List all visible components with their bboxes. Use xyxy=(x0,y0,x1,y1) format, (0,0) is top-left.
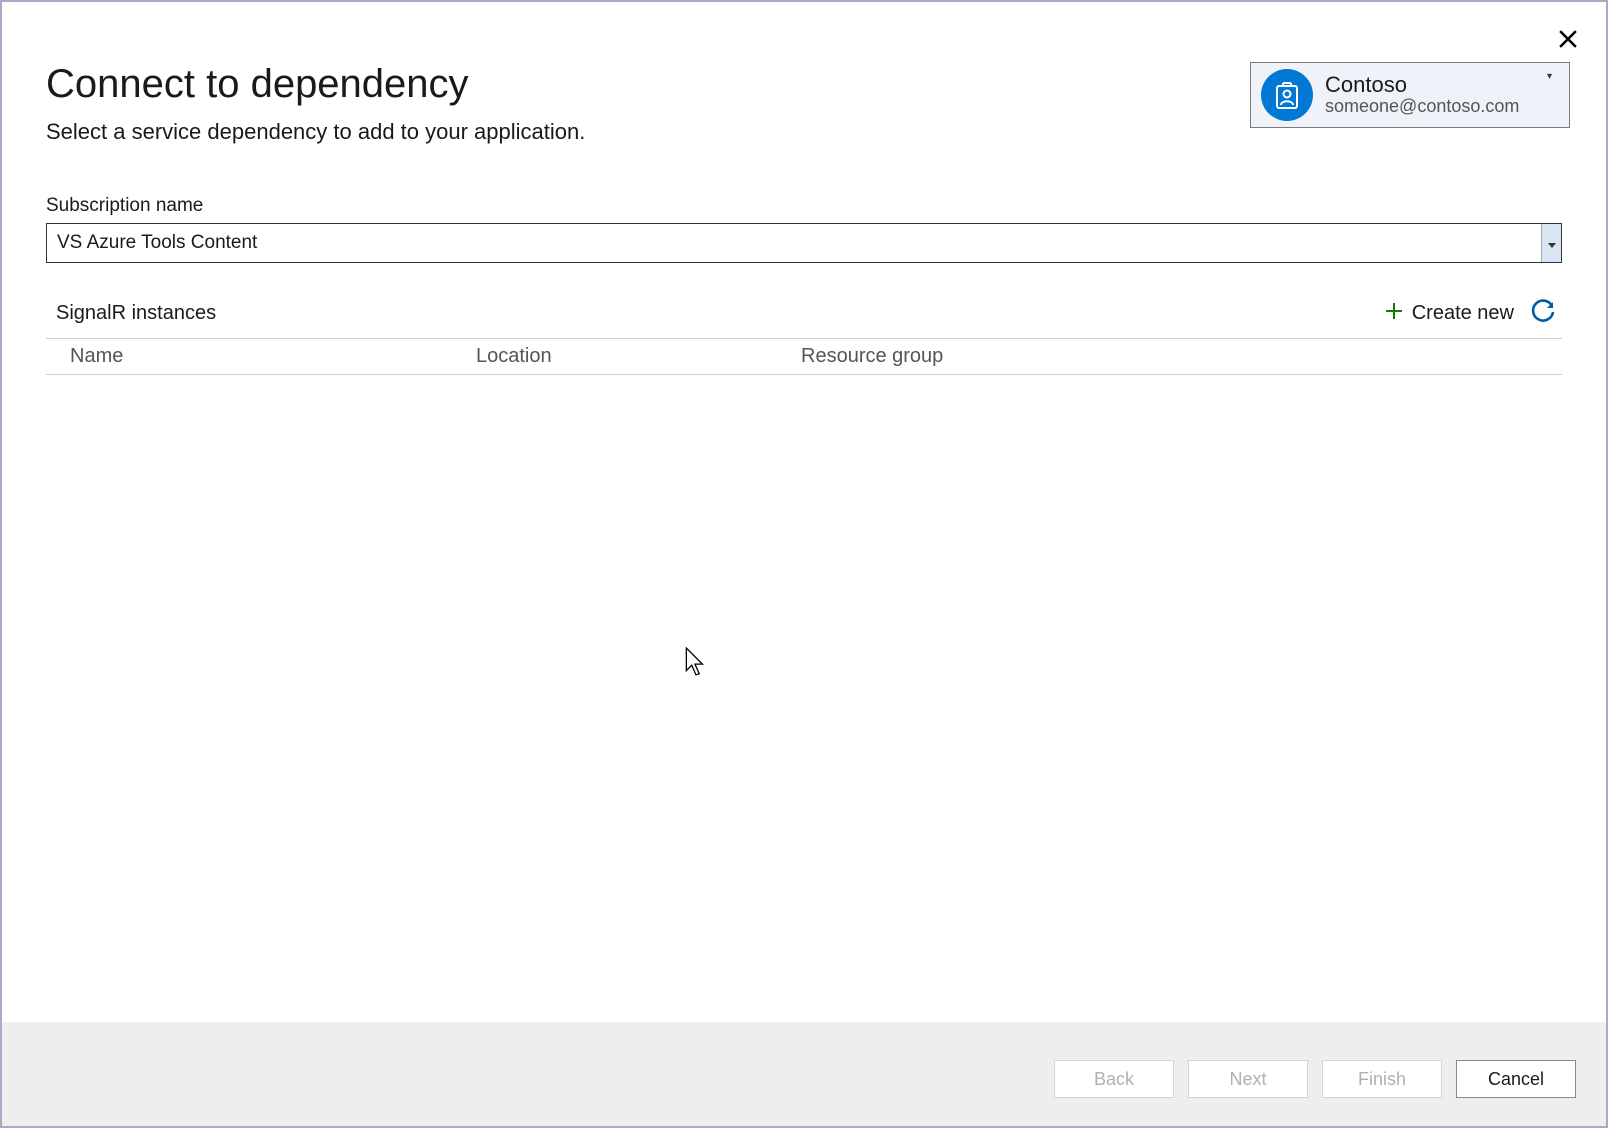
next-button[interactable]: Next xyxy=(1188,1060,1308,1098)
dialog-header: Connect to dependency Select a service d… xyxy=(2,2,1606,165)
subscription-value: VS Azure Tools Content xyxy=(47,232,1541,254)
account-name: Contoso xyxy=(1325,73,1547,97)
refresh-button[interactable] xyxy=(1530,299,1556,328)
connect-dependency-dialog: Connect to dependency Select a service d… xyxy=(0,0,1608,1128)
dropdown-arrow xyxy=(1541,224,1561,262)
account-email: someone@contoso.com xyxy=(1325,97,1547,117)
back-button[interactable]: Back xyxy=(1054,1060,1174,1098)
refresh-icon xyxy=(1530,299,1556,328)
instances-header: SignalR instances Create new xyxy=(46,299,1562,338)
plus-icon xyxy=(1384,301,1404,327)
account-text: Contoso someone@contoso.com xyxy=(1325,73,1547,117)
instances-table-header: Name Location Resource group xyxy=(46,338,1562,375)
create-new-label: Create new xyxy=(1412,302,1514,325)
column-resource-group: Resource group xyxy=(801,345,1562,368)
column-location: Location xyxy=(476,345,801,368)
chevron-down-icon xyxy=(1548,235,1556,251)
create-new-button[interactable]: Create new xyxy=(1384,301,1514,327)
dialog-content: Subscription name VS Azure Tools Content… xyxy=(2,165,1606,1022)
column-name: Name xyxy=(46,345,476,368)
chevron-down-icon: ▾ xyxy=(1547,71,1559,82)
subscription-dropdown[interactable]: VS Azure Tools Content xyxy=(46,223,1562,263)
dialog-footer: Back Next Finish Cancel xyxy=(2,1022,1606,1126)
cancel-button[interactable]: Cancel xyxy=(1456,1060,1576,1098)
account-selector[interactable]: Contoso someone@contoso.com ▾ xyxy=(1250,62,1570,128)
account-badge-icon xyxy=(1261,69,1313,121)
instances-section: SignalR instances Create new xyxy=(46,299,1562,375)
instances-title: SignalR instances xyxy=(56,302,1384,325)
subscription-label: Subscription name xyxy=(46,195,1562,217)
finish-button[interactable]: Finish xyxy=(1322,1060,1442,1098)
